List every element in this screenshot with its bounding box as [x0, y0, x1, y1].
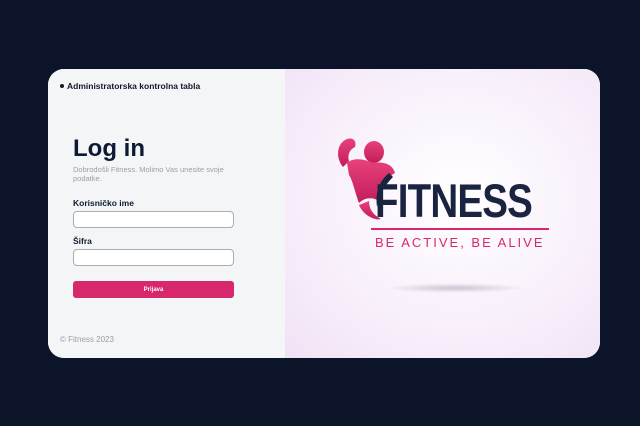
login-panel: Administratorska kontrolna tabla Log in …: [48, 69, 285, 358]
logo-wordmark: FITNESS: [375, 174, 533, 227]
login-button[interactable]: Prijava: [73, 281, 234, 298]
logo-shadow: [385, 283, 525, 293]
password-label: Šifra: [73, 236, 92, 246]
copyright-footer: © Fitness 2023: [60, 335, 114, 344]
username-input[interactable]: [73, 211, 234, 228]
breadcrumb-label[interactable]: Administratorska kontrolna tabla: [67, 81, 200, 91]
logo-underline: [371, 228, 549, 230]
breadcrumb[interactable]: Administratorska kontrolna tabla: [60, 81, 200, 91]
brand-panel: FITNESS BE ACTIVE, BE ALIVE: [285, 69, 600, 358]
bullet-icon: [60, 84, 64, 88]
fitness-logo: FITNESS BE ACTIVE, BE ALIVE: [329, 127, 559, 257]
logo-tagline: BE ACTIVE, BE ALIVE: [375, 235, 545, 250]
page-title: Log in: [73, 135, 145, 162]
username-label: Korisničko ime: [73, 198, 134, 208]
page-subtitle: Dobrodošli Fitness. Molimo Vas unesite s…: [73, 165, 224, 183]
login-card: Administratorska kontrolna tabla Log in …: [48, 69, 600, 358]
password-input[interactable]: [73, 249, 234, 266]
